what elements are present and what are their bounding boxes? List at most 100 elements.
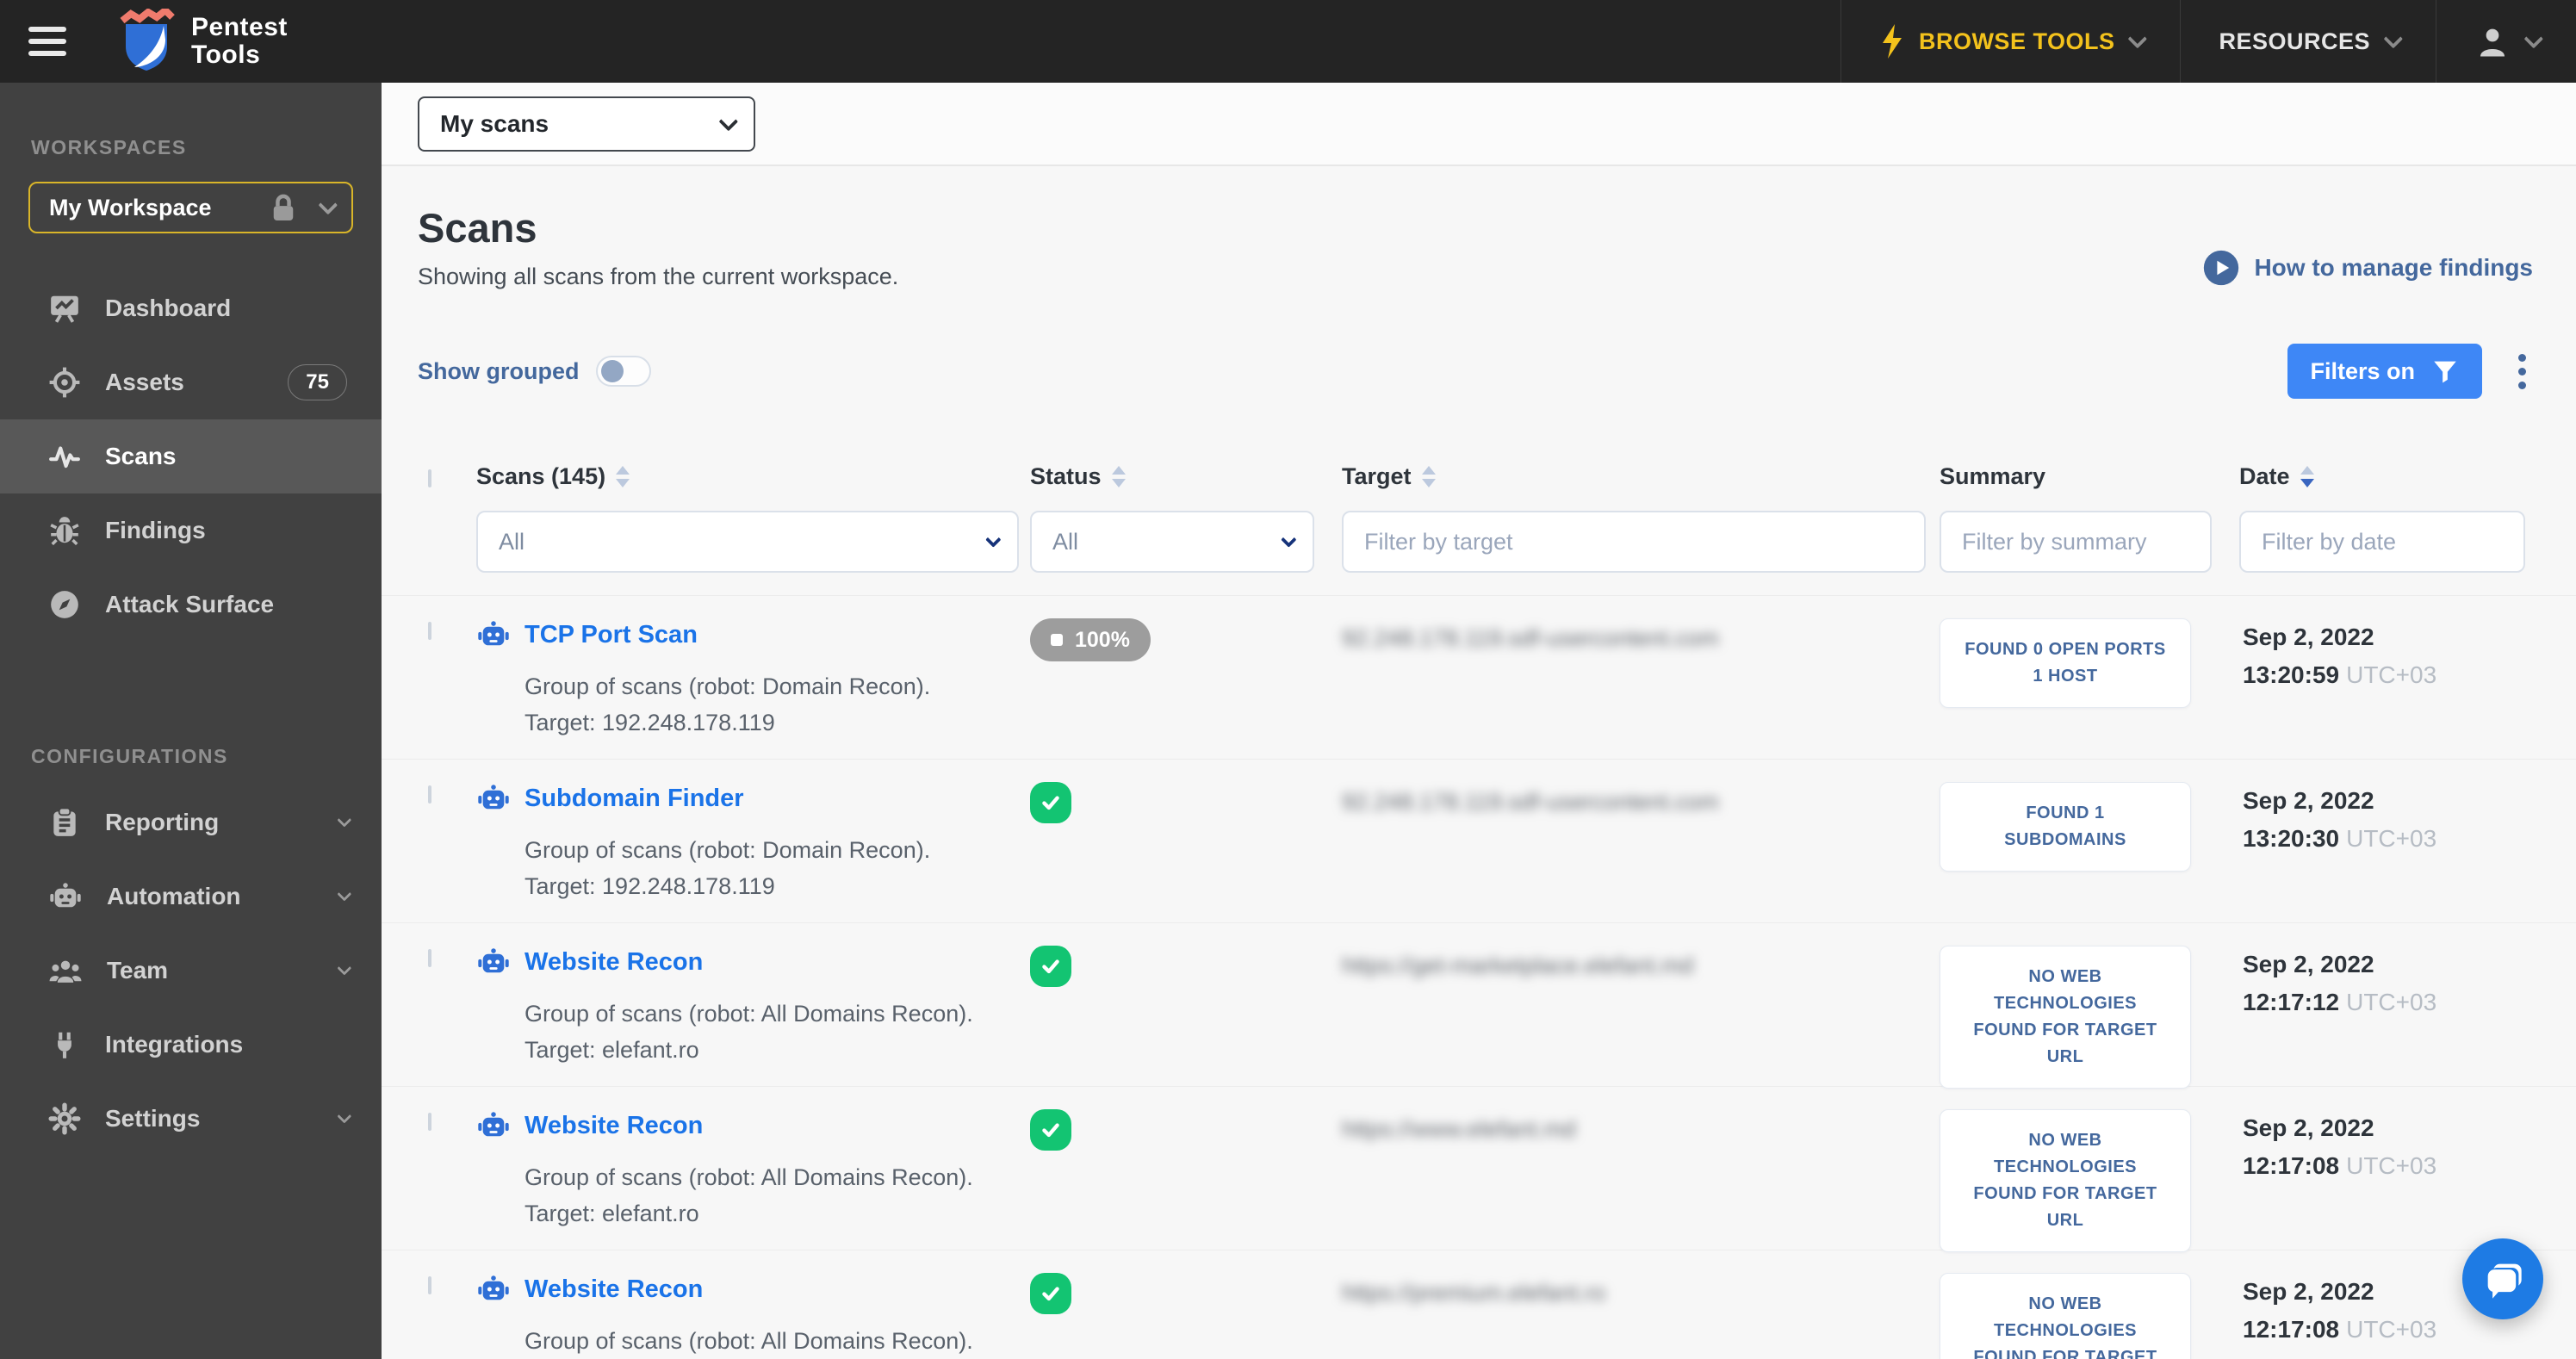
date-cell: Sep 2, 2022 12:17:12 UTC+03 bbox=[2243, 951, 2437, 1015]
scan-scope-select[interactable]: My scans bbox=[418, 96, 755, 152]
dashboard-icon bbox=[51, 295, 78, 323]
resources-menu[interactable]: RESOURCES bbox=[2180, 0, 2436, 83]
check-icon bbox=[1042, 796, 1059, 810]
scan-name-link[interactable]: Website Recon bbox=[525, 948, 703, 977]
sidebar-item-assets[interactable]: Assets 75 bbox=[0, 345, 382, 419]
chevron-down-icon bbox=[337, 1108, 352, 1124]
target-value-blurred: 92.248.178.119.sdf-usercontent.com bbox=[1342, 625, 1719, 651]
workspace-selector[interactable]: My Workspace bbox=[28, 182, 353, 233]
row-checkbox[interactable] bbox=[428, 1113, 431, 1131]
assets-count-badge: 75 bbox=[288, 364, 347, 400]
lock-icon bbox=[273, 194, 294, 220]
date-filter-input[interactable] bbox=[2239, 511, 2525, 573]
sort-icon[interactable] bbox=[616, 465, 630, 487]
sidebar-item-automation[interactable]: Automation bbox=[0, 859, 382, 934]
summary-filter-input[interactable] bbox=[1940, 511, 2212, 573]
resources-label: RESOURCES bbox=[2219, 28, 2370, 54]
sort-icon[interactable] bbox=[1111, 465, 1126, 487]
summary-card[interactable]: FOUND 1 SUBDOMAINS bbox=[1940, 782, 2191, 872]
summary-card[interactable]: NO WEB TECHNOLOGIES FOUND FOR TARGET URL bbox=[1940, 1273, 2191, 1359]
sort-icon[interactable] bbox=[1421, 465, 1436, 487]
configurations-section-label: CONFIGURATIONS bbox=[31, 745, 228, 767]
summary-card[interactable]: NO WEB TECHNOLOGIES FOUND FOR TARGET URL bbox=[1940, 946, 2191, 1089]
summary-card[interactable]: NO WEB TECHNOLOGIES FOUND FOR TARGET URL bbox=[1940, 1109, 2191, 1252]
play-circle-icon bbox=[2204, 250, 2239, 286]
page-header-left: Scans Showing all scans from the current… bbox=[418, 204, 898, 290]
brand-wordmark: Pentest Tools bbox=[191, 13, 288, 69]
date-cell: Sep 2, 2022 13:20:30 UTC+03 bbox=[2243, 787, 2437, 852]
show-grouped-toggle[interactable] bbox=[596, 356, 652, 387]
column-header-target[interactable]: Target bbox=[1342, 463, 1940, 490]
table-header-row: Scans (145) Status Target Summary Date bbox=[382, 442, 2576, 511]
lightning-icon bbox=[1882, 24, 1902, 59]
browse-tools-menu[interactable]: BROWSE TOOLS bbox=[1840, 0, 2181, 83]
chat-launcher-button[interactable] bbox=[2462, 1238, 2543, 1319]
scan-description: Group of scans (robot: All Domains Recon… bbox=[525, 1164, 973, 1226]
scan-name-link[interactable]: Subdomain Finder bbox=[525, 785, 744, 813]
chevron-down-icon bbox=[2383, 28, 2404, 49]
sort-icon[interactable] bbox=[2300, 465, 2314, 487]
show-grouped-control[interactable]: Show grouped bbox=[418, 356, 652, 387]
sidebar-item-scans[interactable]: Scans bbox=[0, 419, 382, 493]
browse-tools-label: BROWSE TOOLS bbox=[1918, 28, 2115, 54]
select-all-checkbox[interactable] bbox=[428, 469, 431, 487]
sidebar-nav: Dashboard Assets 75 Scans Findings Attac… bbox=[0, 271, 382, 642]
sidebar-item-integrations[interactable]: Integrations bbox=[0, 1008, 382, 1082]
scan-description: Group of scans (robot: All Domains Recon… bbox=[525, 1328, 973, 1354]
row-checkbox[interactable] bbox=[428, 1276, 431, 1294]
page-header: Scans Showing all scans from the current… bbox=[382, 166, 2576, 290]
sidebar-item-reporting[interactable]: Reporting bbox=[0, 785, 382, 859]
status-filter-select[interactable]: All bbox=[1030, 511, 1314, 573]
sidebar-item-attack-surface[interactable]: Attack Surface bbox=[0, 568, 382, 642]
account-menu[interactable] bbox=[2436, 0, 2576, 83]
table-row: Website Recon Group of scans (robot: All… bbox=[382, 922, 2576, 1089]
user-avatar-icon bbox=[2480, 28, 2505, 57]
scan-description: Group of scans (robot: Domain Recon). Ta… bbox=[525, 673, 931, 735]
column-header-scans[interactable]: Scans (145) bbox=[476, 463, 1030, 490]
robot-icon bbox=[478, 1112, 509, 1137]
target-value-blurred: https://www.elefant.md bbox=[1342, 1116, 1576, 1142]
target-filter-input[interactable] bbox=[1342, 511, 1926, 573]
column-header-summary: Summary bbox=[1940, 462, 2046, 489]
column-header-status[interactable]: Status bbox=[1030, 463, 1342, 490]
chevron-down-icon bbox=[337, 812, 352, 828]
scan-name-link[interactable]: TCP Port Scan bbox=[525, 621, 698, 649]
row-checkbox[interactable] bbox=[428, 622, 431, 640]
sidebar-item-findings[interactable]: Findings bbox=[0, 493, 382, 568]
pentest-tools-shield-icon bbox=[120, 9, 175, 71]
sidebar-config-nav: Reporting Automation Team Integrations S… bbox=[0, 785, 382, 1156]
chevron-down-icon bbox=[337, 960, 352, 976]
sidebar-item-settings[interactable]: Settings bbox=[0, 1082, 382, 1156]
page-subtitle: Showing all scans from the current works… bbox=[418, 264, 899, 289]
status-done-badge bbox=[1030, 1109, 1071, 1151]
sidebar-item-team[interactable]: Team bbox=[0, 934, 382, 1008]
row-checkbox[interactable] bbox=[428, 949, 431, 967]
status-done-badge bbox=[1030, 1273, 1071, 1314]
column-header-date[interactable]: Date bbox=[2239, 463, 2532, 490]
target-value-blurred: https://get-marketplace.elefant.md bbox=[1342, 953, 1694, 978]
app-root: Pentest Tools BROWSE TOOLS RESOURCES WOR… bbox=[0, 0, 2576, 1359]
how-to-manage-findings-link[interactable]: How to manage findings bbox=[2202, 249, 2533, 290]
summary-card[interactable]: FOUND 0 OPEN PORTS 1 HOST bbox=[1940, 618, 2191, 708]
table-row: Website Recon Group of scans (robot: All… bbox=[382, 1250, 2576, 1359]
target-icon bbox=[49, 367, 80, 398]
bug-icon bbox=[50, 517, 79, 546]
show-grouped-label: Show grouped bbox=[418, 357, 580, 384]
status-done-badge bbox=[1030, 946, 1071, 987]
check-icon bbox=[1042, 1123, 1059, 1138]
filter-funnel-icon bbox=[2434, 361, 2456, 383]
robot-icon bbox=[478, 1275, 509, 1300]
scan-name-link[interactable]: Website Recon bbox=[525, 1112, 703, 1140]
sidebar-item-dashboard[interactable]: Dashboard bbox=[0, 271, 382, 345]
hamburger-menu-button[interactable] bbox=[0, 0, 95, 83]
scan-filter-select[interactable]: All bbox=[476, 511, 1019, 573]
table-options-kebab-button[interactable] bbox=[2511, 347, 2533, 396]
row-checkbox[interactable] bbox=[428, 785, 431, 804]
date-cell: Sep 2, 2022 12:17:08 UTC+03 bbox=[2243, 1114, 2437, 1179]
filters-on-button[interactable]: Filters on bbox=[2287, 344, 2482, 399]
brand-logo[interactable]: Pentest Tools bbox=[95, 0, 288, 83]
progress-badge: 100% bbox=[1030, 618, 1151, 661]
clipboard-icon bbox=[53, 807, 76, 836]
toggle-knob bbox=[601, 360, 624, 382]
scan-name-link[interactable]: Website Recon bbox=[525, 1275, 703, 1304]
